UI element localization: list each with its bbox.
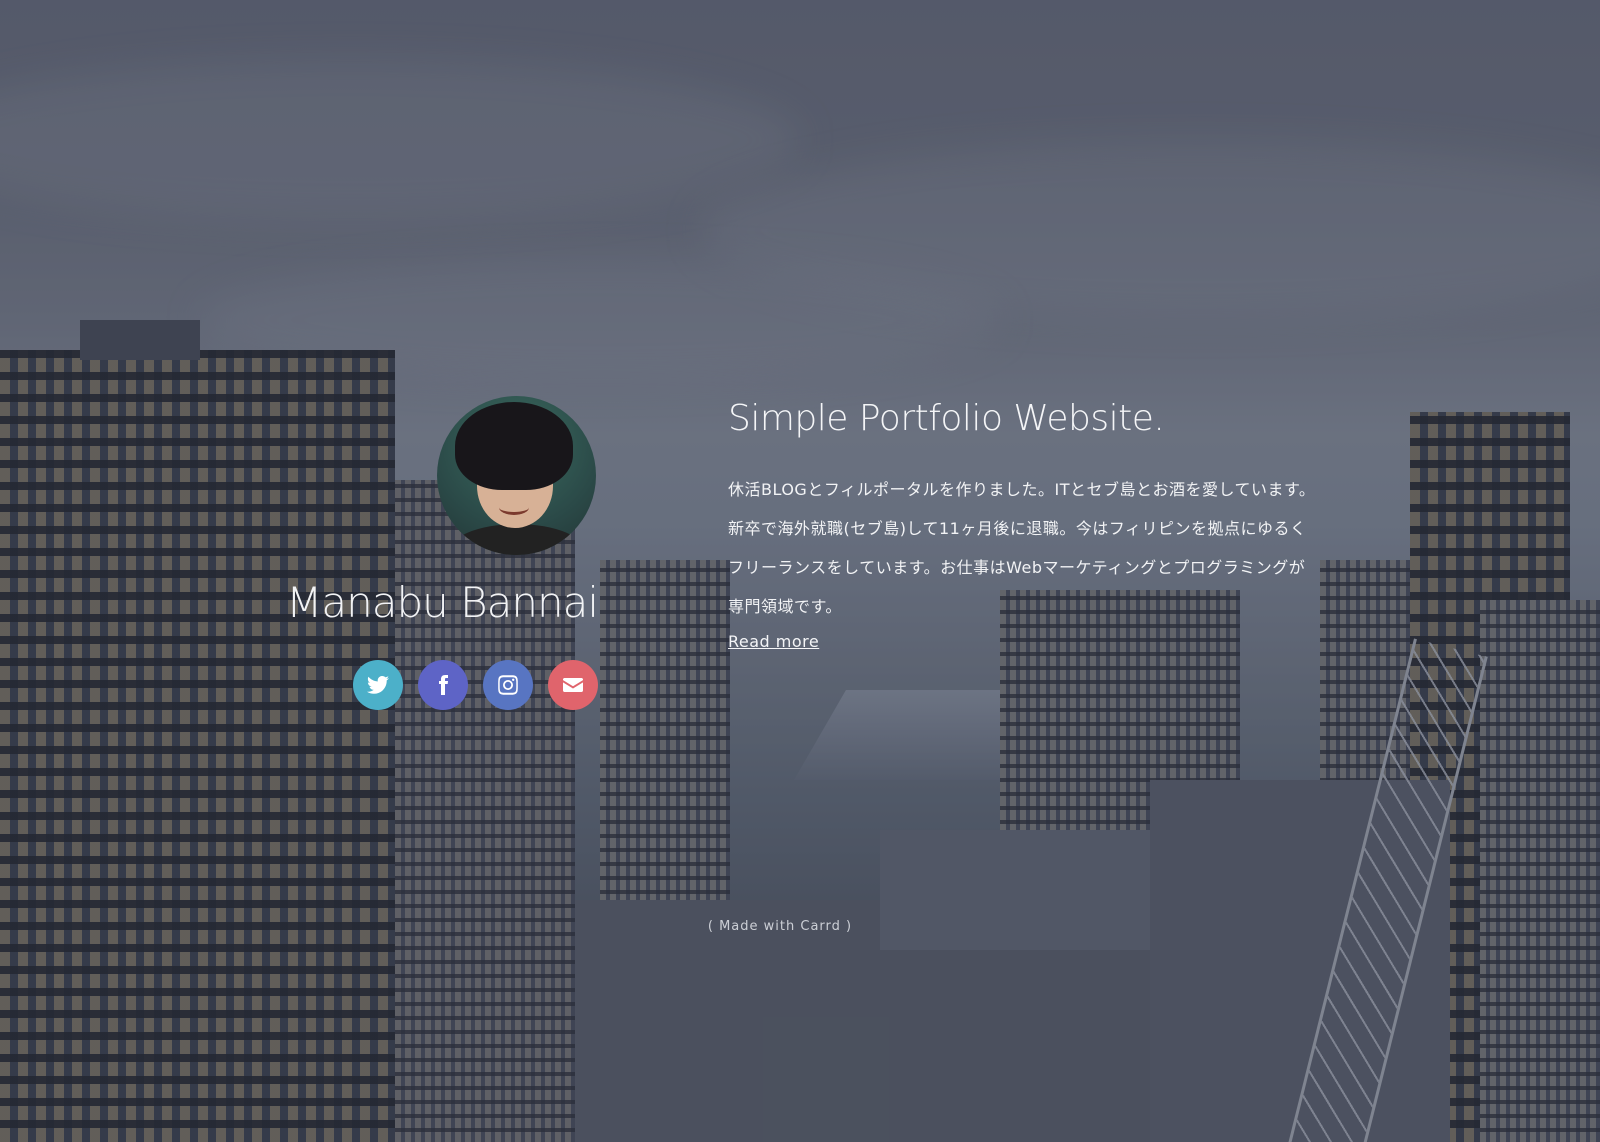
- twitter-icon: [367, 676, 389, 694]
- instagram-button[interactable]: [483, 660, 533, 710]
- facebook-icon: [439, 675, 448, 695]
- social-links: [353, 660, 598, 710]
- made-with-carrd-credit[interactable]: ( Made with Carrd ): [0, 919, 1560, 934]
- twitter-button[interactable]: [353, 660, 403, 710]
- facebook-button[interactable]: [418, 660, 468, 710]
- headline: Simple Portfolio Website.: [728, 398, 1165, 439]
- bio-text: 休活BLOGとフィルポータルを作りました。ITとセブ島とお酒を愛しています。新卒…: [728, 480, 1316, 616]
- profile-name: Manabu Bannai: [286, 578, 599, 627]
- email-icon: [563, 678, 583, 692]
- avatar: [437, 396, 596, 555]
- read-more-link[interactable]: Read more: [728, 632, 819, 651]
- instagram-icon: [498, 675, 518, 695]
- email-button[interactable]: [548, 660, 598, 710]
